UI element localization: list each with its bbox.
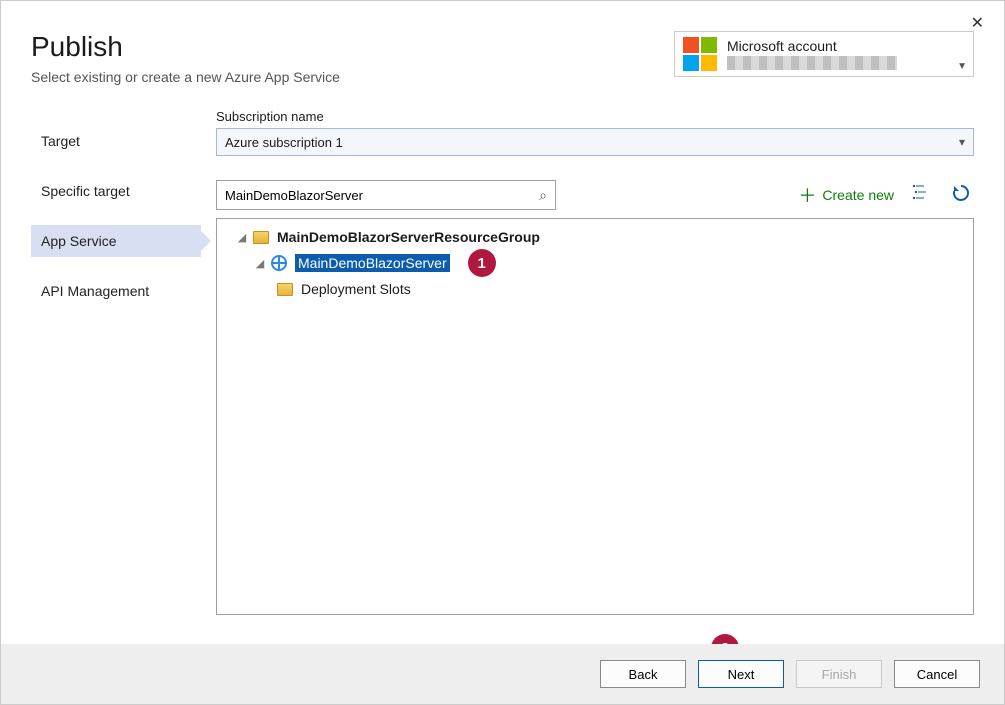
chevron-down-icon: ▼: [957, 61, 967, 72]
cancel-button[interactable]: Cancel: [894, 660, 980, 688]
page-title: Publish: [31, 31, 340, 63]
subscription-dropdown[interactable]: Azure subscription 1: [216, 128, 974, 156]
sidebar-item-label: API Management: [41, 283, 149, 299]
page-subtitle: Select existing or create a new Azure Ap…: [31, 69, 340, 85]
sidebar-item-target[interactable]: Target: [31, 125, 201, 157]
sidebar-item-app-service[interactable]: App Service: [31, 225, 201, 257]
account-provider-label: Microsoft account: [727, 38, 965, 55]
tree-label-selected: MainDemoBlazorServer: [295, 254, 450, 272]
subscription-label: Subscription name: [216, 109, 974, 124]
annotation-marker-1: 1: [468, 249, 496, 277]
search-icon[interactable]: ⌕: [539, 187, 547, 204]
create-new-label: Create new: [822, 187, 894, 203]
sidebar-item-label: Target: [41, 133, 80, 149]
app-service-icon: [271, 255, 287, 271]
view-options-icon[interactable]: [908, 182, 934, 209]
sidebar-item-label: Specific target: [41, 183, 130, 199]
search-input-container: ⌕: [216, 180, 556, 210]
back-button[interactable]: Back: [600, 660, 686, 688]
subscription-value: Azure subscription 1: [225, 135, 343, 150]
caret-expanded-icon[interactable]: ◢: [235, 231, 249, 244]
plus-icon: ＋: [798, 182, 816, 208]
tree-label: MainDemoBlazorServerResourceGroup: [277, 229, 540, 245]
caret-expanded-icon[interactable]: ◢: [253, 257, 267, 270]
tree-label: Deployment Slots: [301, 281, 411, 297]
wizard-footer: Back Next Finish Cancel: [1, 644, 1004, 704]
next-button[interactable]: Next: [698, 660, 784, 688]
folder-icon: [253, 231, 269, 244]
tree-resource-group[interactable]: ◢ MainDemoBlazorServerResourceGroup: [217, 227, 973, 247]
sidebar-item-specific-target[interactable]: Specific target: [31, 175, 201, 207]
tree-app-service[interactable]: ◢ MainDemoBlazorServer 1: [217, 247, 973, 279]
sidebar-item-api-management[interactable]: API Management: [31, 275, 201, 307]
account-selector[interactable]: Microsoft account ▼: [674, 31, 974, 77]
search-input[interactable]: [225, 188, 539, 203]
refresh-icon[interactable]: [948, 182, 974, 209]
sidebar-item-label: App Service: [41, 233, 116, 249]
finish-button: Finish: [796, 660, 882, 688]
resource-tree: ◢ MainDemoBlazorServerResourceGroup ◢ Ma…: [216, 218, 974, 615]
account-email-redacted: [727, 56, 897, 70]
microsoft-logo-icon: [683, 37, 717, 71]
folder-icon: [277, 283, 293, 296]
tree-deployment-slots[interactable]: Deployment Slots: [217, 279, 973, 299]
create-new-button[interactable]: ＋ Create new: [798, 182, 894, 208]
wizard-sidebar: Target Specific target App Service API M…: [1, 105, 201, 615]
